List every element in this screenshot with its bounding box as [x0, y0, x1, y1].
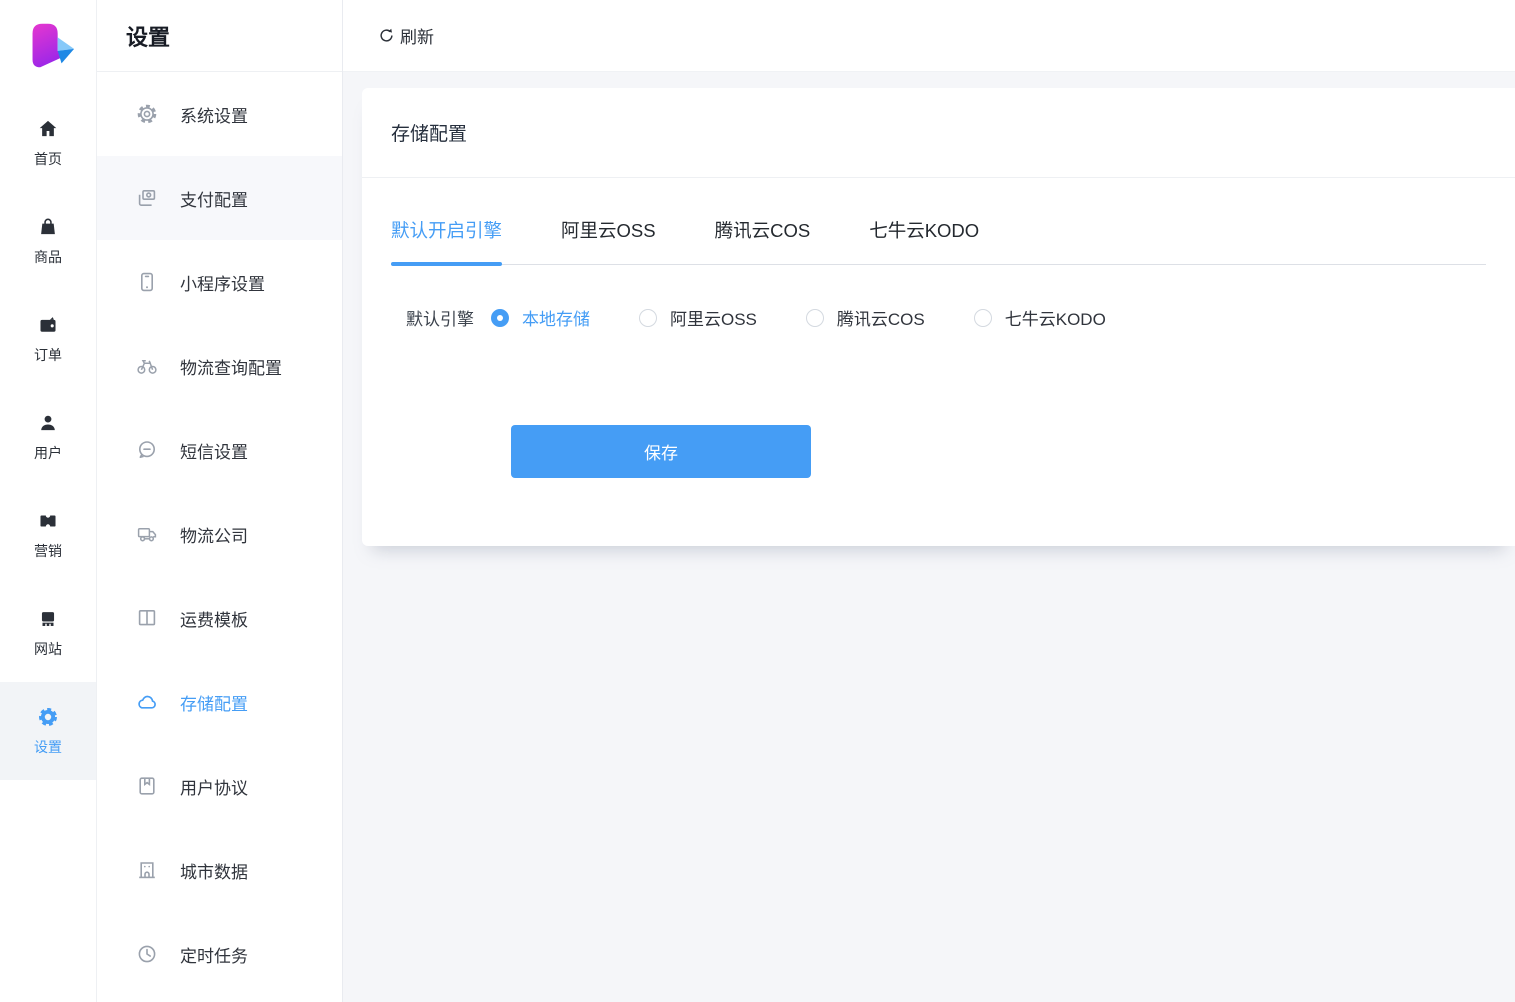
radio-option-label: 腾讯云COS: [836, 310, 925, 329]
tab-qiniu-kodo[interactable]: 七牛云KODO: [869, 218, 979, 264]
primary-sidebar: 首页 商品 订单 用户 营销 网站 设置: [0, 0, 97, 1002]
radio-option-qiniu-kodo[interactable]: 七牛云KODO: [973, 305, 1106, 330]
storage-cloud-icon: [135, 690, 159, 714]
nav-label: 设置: [34, 738, 62, 755]
agreement-book-icon: [135, 774, 159, 798]
sidebar-title: 设置: [97, 0, 342, 72]
logistics-truck-icon: [135, 522, 159, 546]
freight-template-book-icon: [135, 606, 159, 630]
menu-item-label: 物流查询配置: [180, 358, 282, 378]
radio-option-label: 七牛云KODO: [1004, 310, 1106, 329]
radio-option-label: 阿里云OSS: [670, 310, 757, 329]
menu-item-storage-config[interactable]: 存储配置: [97, 660, 342, 744]
user-icon: [37, 412, 59, 434]
nav-label: 用户: [34, 444, 62, 461]
menu-item-label: 用户协议: [180, 778, 248, 798]
nav-settings[interactable]: 设置: [0, 682, 96, 780]
brand-logo-icon: [32, 23, 75, 68]
menu-item-label: 短信设置: [180, 442, 248, 462]
menu-item-scheduled-tasks[interactable]: 定时任务: [97, 912, 342, 996]
nav-label: 订单: [34, 346, 62, 363]
settings-gear-icon: [37, 706, 59, 728]
topbar: 刷新: [343, 0, 1515, 72]
settings-menu: 系统设置 支付配置 小程序设置 物流查询配置 短信设置 物流公司 运费模板 存储…: [97, 72, 342, 996]
radio-unselected-icon: [973, 308, 992, 327]
menu-item-system-settings[interactable]: 系统设置: [97, 72, 342, 156]
order-wallet-icon: [37, 314, 59, 336]
nav-label: 营销: [34, 542, 62, 559]
refresh-icon: [378, 27, 395, 44]
default-engine-label: 默认引擎: [406, 310, 474, 329]
menu-item-city-data[interactable]: 城市数据: [97, 828, 342, 912]
radio-option-aliyun-oss[interactable]: 阿里云OSS: [639, 305, 757, 330]
radio-option-tencent-cos[interactable]: 腾讯云COS: [805, 305, 925, 330]
radio-option-local-storage[interactable]: 本地存储: [491, 305, 590, 330]
website-icon: [37, 608, 59, 630]
app-logo[interactable]: [0, 0, 96, 94]
menu-item-miniprogram-settings[interactable]: 小程序设置: [97, 240, 342, 324]
menu-item-label: 运费模板: [180, 610, 248, 630]
menu-item-label: 小程序设置: [180, 274, 265, 294]
radio-selected-icon: [491, 308, 509, 327]
menu-item-label: 系统设置: [180, 106, 248, 126]
card-title: 存储配置: [362, 88, 1515, 178]
city-data-building-icon: [135, 858, 159, 882]
storage-tabs: 默认开启引擎 阿里云OSS 腾讯云COS 七牛云KODO: [391, 218, 1486, 266]
card-body: 默认开启引擎 阿里云OSS 腾讯云COS 七牛云KODO 默认引擎 本地存储 阿…: [362, 178, 1515, 478]
settings-sidebar: 设置 系统设置 支付配置 小程序设置 物流查询配置 短信设置 物流公司 运费模板…: [97, 0, 343, 1002]
nav-marketing[interactable]: 营销: [0, 486, 96, 584]
menu-item-label: 支付配置: [180, 190, 248, 210]
radio-option-label: 本地存储: [522, 310, 590, 329]
tab-default-engine[interactable]: 默认开启引擎: [391, 218, 503, 266]
nav-goods[interactable]: 商品: [0, 192, 96, 290]
miniprogram-phone-icon: [135, 270, 159, 294]
nav-home[interactable]: 首页: [0, 94, 96, 192]
content-area: 存储配置 默认开启引擎 阿里云OSS 腾讯云COS 七牛云KODO 默认引擎 本…: [343, 72, 1515, 1002]
radio-unselected-icon: [805, 308, 824, 327]
primary-nav: 首页 商品 订单 用户 营销 网站 设置: [0, 94, 96, 780]
nav-orders[interactable]: 订单: [0, 290, 96, 388]
menu-item-freight-template[interactable]: 运费模板: [97, 576, 342, 660]
nav-label: 网站: [34, 640, 62, 657]
storage-config-card: 存储配置 默认开启引擎 阿里云OSS 腾讯云COS 七牛云KODO 默认引擎 本…: [362, 88, 1515, 546]
refresh-button[interactable]: 刷新: [378, 23, 434, 48]
scheduled-task-clock-icon: [135, 942, 159, 966]
menu-item-label: 存储配置: [180, 694, 248, 714]
nav-website[interactable]: 网站: [0, 584, 96, 682]
menu-item-sms-settings[interactable]: 短信设置: [97, 408, 342, 492]
logistics-query-bicycle-icon: [135, 354, 159, 378]
tab-aliyun-oss[interactable]: 阿里云OSS: [561, 218, 656, 264]
nav-label: 商品: [34, 248, 62, 265]
refresh-label: 刷新: [400, 28, 434, 47]
nav-users[interactable]: 用户: [0, 388, 96, 486]
menu-item-label: 物流公司: [180, 526, 248, 546]
main-area: 刷新 存储配置 默认开启引擎 阿里云OSS 腾讯云COS 七牛云KODO 默认引…: [343, 0, 1515, 1002]
goods-bag-icon: [37, 216, 59, 238]
menu-item-logistics-company[interactable]: 物流公司: [97, 492, 342, 576]
payment-icon: [135, 186, 159, 210]
radio-unselected-icon: [639, 308, 657, 327]
save-button[interactable]: 保存: [511, 425, 811, 478]
menu-item-label: 城市数据: [180, 862, 248, 882]
marketing-ticket-icon: [37, 510, 59, 532]
tab-tencent-cos[interactable]: 腾讯云COS: [715, 218, 811, 264]
menu-item-user-agreement[interactable]: 用户协议: [97, 744, 342, 828]
default-engine-row: 默认引擎 本地存储 阿里云OSS 腾讯云COS 七牛云KODO: [391, 305, 1486, 330]
menu-item-label: 定时任务: [180, 946, 248, 966]
system-gear-icon: [135, 102, 159, 126]
menu-item-payment-config[interactable]: 支付配置: [97, 156, 342, 240]
nav-label: 首页: [34, 150, 62, 167]
sms-chat-icon: [135, 438, 159, 462]
home-icon: [37, 118, 59, 140]
menu-item-logistics-query-config[interactable]: 物流查询配置: [97, 324, 342, 408]
